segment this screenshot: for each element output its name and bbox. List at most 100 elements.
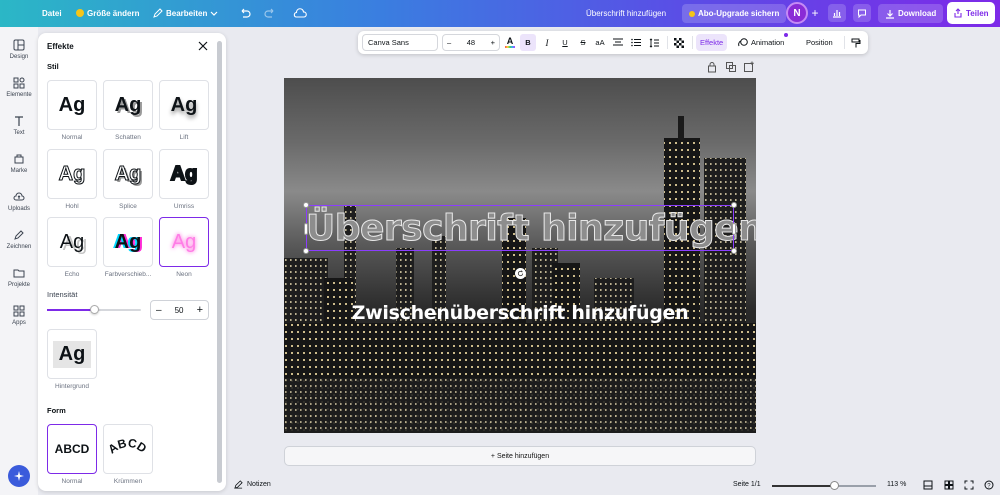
resize-handle-br[interactable] bbox=[731, 248, 737, 254]
text-color-button[interactable]: A bbox=[502, 34, 518, 51]
close-icon[interactable] bbox=[197, 40, 209, 52]
animation-label: Animation bbox=[751, 38, 785, 47]
style-lift-tile[interactable]: Ag bbox=[159, 80, 209, 130]
resize-handle-left[interactable] bbox=[304, 223, 308, 235]
intensity-slider-handle[interactable] bbox=[90, 305, 99, 314]
add-page-icon[interactable] bbox=[743, 61, 755, 73]
shape-section-label: Form bbox=[47, 406, 66, 415]
background-tile[interactable]: Ag bbox=[47, 329, 97, 379]
insights-button[interactable] bbox=[828, 4, 846, 22]
resize-handle-tr[interactable] bbox=[731, 202, 737, 208]
spacing-icon[interactable] bbox=[646, 34, 662, 51]
share-button[interactable]: Teilen bbox=[947, 2, 995, 24]
resize-button[interactable]: Größe ändern bbox=[76, 4, 139, 22]
panel-scrollbar[interactable] bbox=[217, 41, 222, 483]
shape-normal-tile[interactable]: ABCD bbox=[47, 424, 97, 474]
rail-item-projects[interactable]: Projekte bbox=[0, 267, 38, 303]
rail-label: Apps bbox=[12, 320, 26, 326]
notes-button[interactable]: Notizen bbox=[234, 480, 271, 489]
resize-handle-bl[interactable] bbox=[303, 248, 309, 254]
intensity-slider[interactable] bbox=[47, 305, 141, 314]
rail-item-apps[interactable]: Apps bbox=[0, 305, 38, 341]
doc-title-text: Überschrift hinzufügen bbox=[586, 8, 667, 18]
paint-format-icon[interactable] bbox=[848, 34, 864, 51]
font-select[interactable]: Canva Sans bbox=[362, 34, 438, 51]
effects-button[interactable]: Effekte bbox=[696, 34, 728, 51]
undo-button[interactable] bbox=[239, 4, 251, 22]
rail-label: Text bbox=[13, 130, 25, 136]
rail-item-uploads[interactable]: Uploads bbox=[0, 191, 38, 227]
style-outline-tile[interactable]: Ag bbox=[159, 149, 209, 199]
intensity-stepper[interactable]: – 50 + bbox=[150, 300, 209, 320]
rail-item-draw[interactable]: Zeichnen bbox=[0, 229, 38, 265]
curved-text: ABCD bbox=[105, 436, 149, 457]
rail-item-text[interactable]: Text bbox=[0, 115, 38, 151]
zoom-value[interactable]: 113 % bbox=[887, 481, 906, 488]
case-button[interactable]: aA bbox=[592, 34, 608, 51]
bold-icon[interactable]: B bbox=[520, 34, 536, 51]
align-center-icon[interactable] bbox=[610, 34, 626, 51]
edit-menu[interactable]: Bearbeiten bbox=[153, 4, 218, 22]
rotate-handle[interactable] bbox=[515, 268, 526, 279]
menu-icon[interactable] bbox=[12, 5, 26, 23]
rail-item-design[interactable]: Design bbox=[0, 39, 38, 75]
design-canvas[interactable]: Überschrift hinzufügen Zwischenüberschri… bbox=[284, 78, 756, 433]
style-glitch-tile[interactable]: Ag bbox=[103, 217, 153, 267]
fullscreen-icon[interactable] bbox=[964, 480, 974, 490]
minus-icon[interactable]: – bbox=[156, 305, 162, 316]
shapes-icon bbox=[13, 77, 25, 89]
duplicate-icon[interactable] bbox=[725, 61, 737, 73]
list-icon[interactable] bbox=[628, 34, 644, 51]
style-splice-tile[interactable]: Ag bbox=[103, 149, 153, 199]
redo-button[interactable] bbox=[264, 4, 276, 22]
color-strip bbox=[505, 46, 515, 48]
avatar[interactable]: N bbox=[786, 2, 808, 24]
cloud-save-icon[interactable] bbox=[293, 4, 307, 22]
magic-assistant-button[interactable] bbox=[8, 465, 30, 487]
underline-icon[interactable]: U bbox=[557, 34, 573, 51]
resize-handle-tl[interactable] bbox=[303, 202, 309, 208]
text-icon bbox=[15, 116, 23, 126]
add-collaborator-button[interactable]: + bbox=[806, 4, 824, 22]
style-hollow-tile[interactable]: Ag bbox=[47, 149, 97, 199]
decrease-size-button[interactable]: – bbox=[447, 38, 451, 47]
help-icon[interactable]: ? bbox=[984, 480, 994, 490]
font-size-stepper[interactable]: – 48 + bbox=[442, 34, 500, 51]
grid-view-icon[interactable] bbox=[944, 480, 954, 490]
download-button[interactable]: Download bbox=[878, 4, 944, 23]
rail-item-brand[interactable]: Marke bbox=[0, 153, 38, 189]
rotate-icon bbox=[517, 270, 524, 277]
intensity-value[interactable]: 50 bbox=[175, 306, 184, 315]
subheading-text[interactable]: Zwischenüberschrift hinzufügen bbox=[284, 302, 756, 324]
font-size-value[interactable]: 48 bbox=[467, 38, 475, 47]
style-neon-tile[interactable]: Ag bbox=[159, 217, 209, 267]
style-normal-tile[interactable]: Ag bbox=[47, 80, 97, 130]
comment-button[interactable] bbox=[853, 4, 871, 22]
page-view-icon[interactable] bbox=[923, 480, 933, 490]
position-button[interactable]: Position bbox=[806, 34, 833, 51]
animation-button[interactable]: Animation bbox=[738, 33, 789, 51]
zoom-slider[interactable] bbox=[772, 481, 876, 490]
file-menu[interactable]: Datei bbox=[42, 4, 62, 22]
italic-icon[interactable]: I bbox=[539, 34, 555, 51]
intensity-slider-fill bbox=[47, 309, 94, 311]
shape-curve-tile[interactable]: ABCD bbox=[103, 424, 153, 474]
strikethrough-icon[interactable]: S bbox=[575, 34, 591, 51]
effects-label: Effekte bbox=[700, 38, 724, 47]
style-shadow-tile[interactable]: Ag bbox=[103, 80, 153, 130]
tile-preview: Ag bbox=[52, 340, 92, 368]
increase-size-button[interactable]: + bbox=[491, 38, 495, 47]
rail-item-elements[interactable]: Elemente bbox=[0, 77, 38, 113]
tile-preview: Ag bbox=[58, 93, 86, 116]
add-page-button[interactable]: + Seite hinzufügen bbox=[284, 446, 756, 466]
plus-icon[interactable]: + bbox=[197, 304, 203, 316]
resize-handle-right[interactable] bbox=[732, 223, 736, 235]
style-echo-tile[interactable]: Ag bbox=[47, 217, 97, 267]
page-indicator[interactable]: Seite 1/1 bbox=[733, 481, 761, 488]
lock-icon[interactable] bbox=[706, 61, 718, 73]
upgrade-button[interactable]: Abo-Upgrade sichern bbox=[682, 4, 787, 23]
tile-preview: Ag bbox=[171, 230, 197, 253]
zoom-slider-handle[interactable] bbox=[830, 481, 840, 490]
transparency-icon[interactable] bbox=[671, 34, 687, 51]
doc-title[interactable]: Überschrift hinzufügen bbox=[586, 4, 666, 22]
